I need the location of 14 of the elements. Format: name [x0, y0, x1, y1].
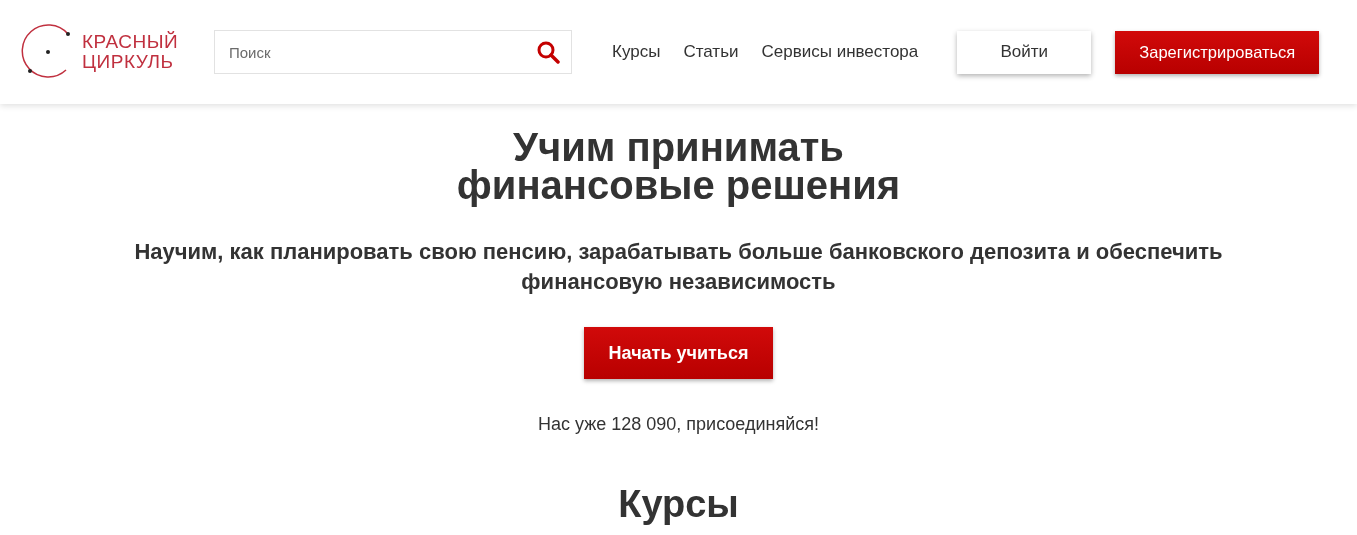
- nav-link[interactable]: Сервисы инвестора: [761, 42, 919, 62]
- login-button[interactable]: Войти: [957, 30, 1092, 74]
- register-button[interactable]: Зарегистрироваться: [1115, 30, 1320, 74]
- logo-text: ЦИРКУЛЬ: [82, 52, 175, 72]
- logo-text: КРАСНЫЙ: [82, 32, 179, 52]
- logo-link[interactable]: КРАСНЫЙ ЦИРКУЛЬ: [20, 24, 214, 80]
- members-count-text: Нас уже 128 090, присоединяйся!: [538, 414, 819, 435]
- search-icon: [536, 40, 560, 64]
- nav-link[interactable]: Курсы: [612, 42, 661, 62]
- search-field[interactable]: Поиск: [214, 30, 572, 74]
- start-learning-button[interactable]: Начать учиться: [584, 327, 773, 379]
- section-title: Курсы: [618, 484, 739, 524]
- nav-link[interactable]: Статьи: [683, 42, 739, 62]
- hero-subtitle: Научим, как планировать свою пенсию, зарабатывать больше банковского депозита и обеспечить финансовую независимость: [133, 238, 1224, 296]
